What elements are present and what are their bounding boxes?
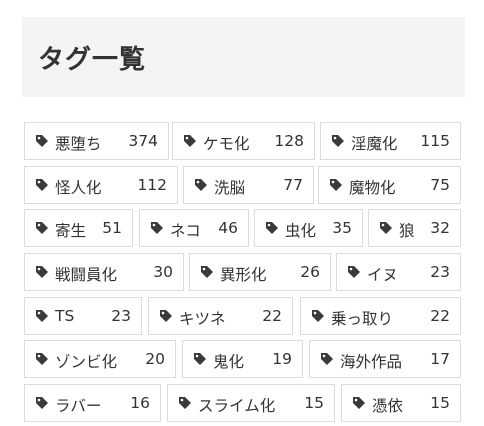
tag-icon: [195, 179, 207, 191]
tag-chip[interactable]: 憑依 15: [341, 384, 461, 422]
tag-name: 淫魔化: [351, 135, 398, 153]
tag-chip[interactable]: ゾンビ化 20: [24, 340, 176, 378]
tag-count: 26: [300, 263, 320, 281]
tag-icon: [201, 266, 213, 278]
tag-count: 35: [332, 219, 352, 237]
tag-chip[interactable]: キツネ 22: [148, 297, 293, 335]
tag-icon: [36, 353, 48, 365]
tag-chip[interactable]: 乗っ取り 22: [300, 297, 461, 335]
tag-name: 虫化: [285, 222, 317, 240]
page-title: タグ一覧: [38, 45, 147, 75]
tag-name: 海外作品: [340, 353, 403, 371]
tag-icon: [36, 179, 48, 191]
tag-name: ネコ: [170, 222, 201, 240]
tag-name: ゾンビ化: [55, 353, 118, 371]
tag-chip[interactable]: 怪人化 112: [24, 166, 178, 204]
tag-name: 寄生: [55, 222, 87, 240]
tag-name: イヌ: [367, 266, 399, 284]
tag-icon: [160, 310, 172, 322]
tag-name: キツネ: [179, 310, 226, 328]
tag-count: 15: [430, 394, 450, 412]
tag-name: ラバー: [55, 397, 102, 415]
tag-list-header: タグ一覧: [22, 17, 465, 97]
tag-icon: [348, 266, 360, 278]
tag-icon: [380, 222, 392, 234]
tag-icon: [194, 353, 206, 365]
tag-name: TS: [55, 307, 75, 325]
tag-icon: [36, 397, 48, 409]
tag-chip[interactable]: ラバー 16: [24, 384, 161, 422]
tag-count: 374: [128, 132, 158, 150]
tag-name: 鬼化: [213, 353, 245, 371]
tag-name: ケモ化: [203, 135, 250, 153]
tag-icon: [184, 135, 196, 147]
tag-name: 乗っ取り: [331, 310, 394, 328]
tag-icon: [179, 397, 191, 409]
tag-chip[interactable]: 海外作品 17: [309, 340, 461, 378]
tag-count: 77: [283, 176, 303, 194]
tag-name: 魔物化: [349, 179, 396, 197]
tag-count: 115: [420, 132, 450, 150]
tag-icon: [312, 310, 324, 322]
tag-count: 75: [430, 176, 450, 194]
tag-name: 異形化: [220, 266, 267, 284]
tag-count: 46: [218, 219, 238, 237]
tag-name: 悪堕ち: [55, 135, 102, 153]
tag-count: 17: [430, 350, 450, 368]
tag-count: 22: [430, 307, 450, 325]
tag-icon: [36, 266, 48, 278]
tag-count: 112: [137, 176, 167, 194]
tag-icon: [36, 222, 48, 234]
tag-chip[interactable]: 狼 32: [368, 209, 461, 247]
tag-icon: [353, 397, 365, 409]
tag-icon: [36, 135, 48, 147]
tag-chip[interactable]: 鬼化 19: [182, 340, 303, 378]
tag-chip[interactable]: 異形化 26: [189, 253, 331, 291]
tag-count: 128: [274, 132, 304, 150]
tag-icon: [266, 222, 278, 234]
tag-icon: [330, 179, 342, 191]
tag-chip[interactable]: TS 23: [24, 297, 142, 335]
tag-count: 51: [102, 219, 122, 237]
tag-name: スライム化: [198, 397, 276, 415]
tag-name: 憑依: [372, 397, 404, 415]
tag-count: 22: [262, 307, 282, 325]
tag-count: 19: [272, 350, 292, 368]
tag-count: 15: [304, 394, 324, 412]
tag-icon: [151, 222, 163, 234]
tag-icon: [321, 353, 333, 365]
tag-count: 32: [430, 219, 450, 237]
tag-chip[interactable]: イヌ 23: [336, 253, 461, 291]
tag-chip[interactable]: 淫魔化 115: [320, 122, 461, 160]
tag-chip[interactable]: スライム化 15: [167, 384, 335, 422]
tag-icon: [332, 135, 344, 147]
tag-name: 洗脳: [214, 179, 246, 197]
tag-chip[interactable]: 戦闘員化 30: [24, 253, 184, 291]
tag-chip[interactable]: 魔物化 75: [318, 166, 461, 204]
tag-chip[interactable]: 虫化 35: [254, 209, 363, 247]
tag-chip[interactable]: 悪堕ち 374: [24, 122, 169, 160]
tag-name: 狼: [399, 222, 415, 240]
tag-chip[interactable]: ケモ化 128: [172, 122, 315, 160]
tag-chip[interactable]: 寄生 51: [24, 209, 133, 247]
tag-count: 30: [153, 263, 173, 281]
tag-count: 20: [145, 350, 165, 368]
tag-icon: [36, 310, 48, 322]
tag-name: 怪人化: [55, 179, 102, 197]
tag-count: 23: [111, 307, 131, 325]
tag-count: 23: [430, 263, 450, 281]
tag-chip[interactable]: ネコ 46: [139, 209, 249, 247]
tag-count: 16: [130, 394, 150, 412]
tag-chip[interactable]: 洗脳 77: [183, 166, 314, 204]
tag-name: 戦闘員化: [55, 266, 118, 284]
